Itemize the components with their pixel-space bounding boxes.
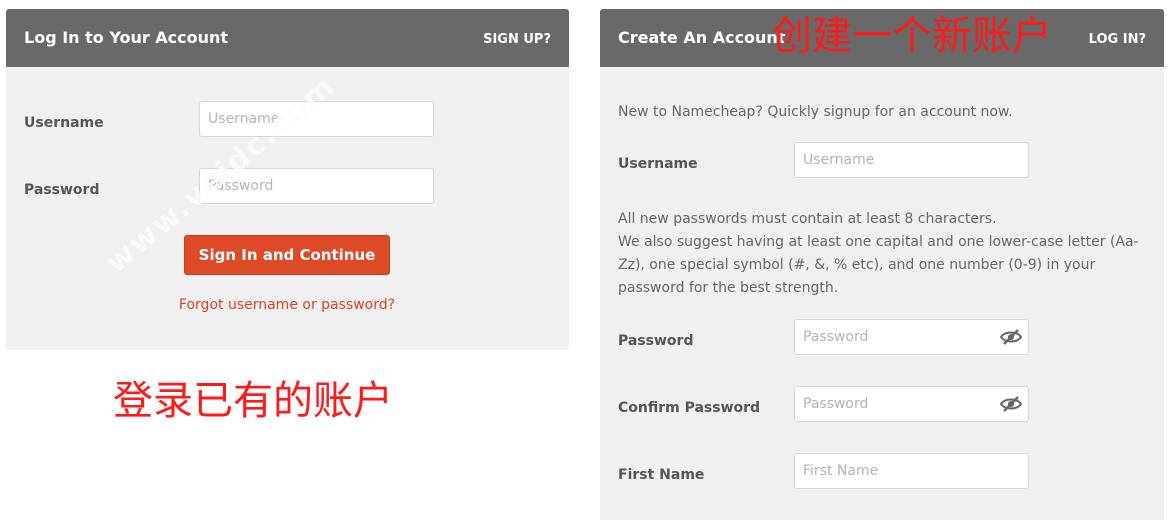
- username-label: Username: [24, 115, 104, 131]
- sign-up-link[interactable]: SIGN UP?: [483, 32, 551, 47]
- login-panel-header: Log In to Your Account SIGN UP?: [6, 9, 569, 67]
- first-name-field: [794, 453, 1029, 489]
- signup-password-field: [794, 319, 1029, 355]
- password-requirements: All new passwords must contain at least …: [618, 208, 1148, 300]
- confirm-password-input[interactable]: [795, 387, 1028, 421]
- signup-panel: Create An Account LOG IN? New to Nameche…: [600, 9, 1164, 520]
- password-label: Password: [24, 182, 100, 198]
- confirm-password-field: [794, 386, 1029, 422]
- first-name-label: First Name: [618, 467, 705, 483]
- sign-in-button[interactable]: Sign In and Continue: [184, 235, 390, 275]
- signup-panel-title: Create An Account: [618, 28, 786, 47]
- confirm-password-label: Confirm Password: [618, 400, 761, 416]
- password-note-suggestion: We also suggest having at least one capi…: [618, 234, 1139, 296]
- signup-intro: New to Namecheap? Quickly signup for an …: [618, 104, 1013, 120]
- signup-password-input[interactable]: [795, 320, 1028, 354]
- first-name-input[interactable]: [795, 454, 1028, 488]
- login-panel: Log In to Your Account SIGN UP? Username…: [6, 9, 569, 350]
- login-existing-annotation: 登录已有的账户: [113, 378, 393, 424]
- login-panel-title: Log In to Your Account: [24, 28, 229, 47]
- signup-username-input[interactable]: [795, 143, 1028, 177]
- signup-username-label: Username: [618, 156, 698, 172]
- forgot-password-link[interactable]: Forgot username or password?: [6, 297, 568, 313]
- signup-password-label: Password: [618, 333, 694, 349]
- eye-slash-icon[interactable]: [1000, 328, 1022, 346]
- password-note-min-length: All new passwords must contain at least …: [618, 211, 997, 227]
- eye-slash-icon[interactable]: [1000, 395, 1022, 413]
- signup-username-field: [794, 142, 1029, 178]
- log-in-link[interactable]: LOG IN?: [1089, 32, 1146, 47]
- create-account-annotation: 创建一个新账户: [772, 13, 1052, 59]
